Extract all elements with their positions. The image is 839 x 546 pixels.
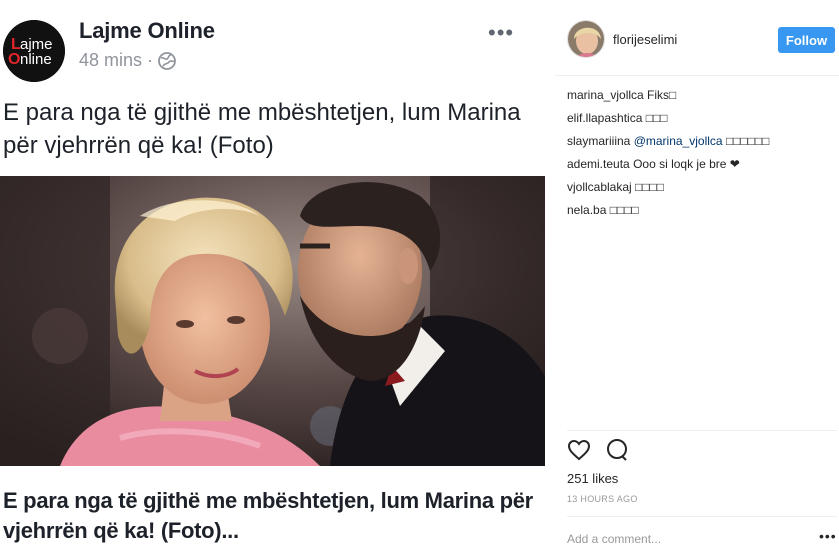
ig-user-avatar[interactable] (567, 20, 605, 58)
ig-comments-list: marina_vjollca Fiks□ elif.llapashtica □□… (567, 84, 837, 222)
page-avatar[interactable]: L ajme O nline (3, 20, 65, 82)
globe-icon[interactable] (158, 51, 176, 70)
list-item: ademi.teuta Ooo si loqk je bre ❤ (567, 153, 837, 176)
list-item: vjollcablakaj □□□□ (567, 176, 837, 199)
ig-action-bar (567, 438, 629, 462)
list-item: nela.ba □□□□ (567, 199, 837, 222)
post-photo[interactable] (0, 176, 545, 466)
comment-text: □□□□ (635, 180, 665, 194)
comment-text: Fiks□ (647, 88, 677, 102)
more-icon[interactable]: ••• (488, 22, 514, 44)
comment-options-icon[interactable]: ••• (819, 528, 837, 544)
comment-text: Ooo si loqk je bre ❤ (633, 157, 740, 171)
comment-user[interactable]: marina_vjollca (567, 88, 644, 102)
svg-text:O: O (8, 51, 20, 68)
svg-text:nline: nline (20, 51, 52, 68)
comment-user[interactable]: ademi.teuta (567, 157, 630, 171)
ig-header: florijeselimi Follow (555, 0, 839, 76)
comment-icon[interactable] (605, 438, 629, 462)
comment-text: □□□ (645, 111, 668, 125)
comment-mention[interactable]: @marina_vjollca (634, 134, 723, 148)
facebook-post: L ajme O nline Lajme Online 48 mins · ••… (0, 0, 545, 546)
post-header: L ajme O nline Lajme Online 48 mins · ••… (0, 0, 545, 90)
divider (567, 430, 837, 431)
ig-username[interactable]: florijeselimi (613, 32, 677, 47)
heart-icon[interactable] (567, 438, 591, 462)
likes-count[interactable]: 251 likes (567, 471, 618, 486)
post-time[interactable]: 13 HOURS AGO (567, 494, 638, 504)
comment-user[interactable]: elif.llapashtica (567, 111, 642, 125)
comment-user[interactable]: slaymariiina (567, 134, 630, 148)
comment-user[interactable]: nela.ba (567, 203, 606, 217)
list-item: elif.llapashtica □□□ (567, 107, 837, 130)
follow-button[interactable]: Follow (778, 27, 835, 53)
list-item: marina_vjollca Fiks□ (567, 84, 837, 107)
comment-text: □□□□ (609, 203, 639, 217)
lajme-online-logo: L ajme O nline (3, 20, 65, 82)
post-timestamp[interactable]: 48 mins (79, 50, 142, 71)
page-name[interactable]: Lajme Online (79, 18, 215, 44)
instagram-panel: florijeselimi Follow marina_vjollca Fiks… (555, 0, 839, 546)
link-title[interactable]: E para nga të gjithë me mbështetjen, lum… (3, 486, 543, 546)
meta-separator: · (147, 50, 154, 70)
couple-photo (0, 176, 545, 466)
comment-user[interactable]: vjollcablakaj (567, 180, 632, 194)
list-item: slaymariiina @marina_vjollca □□□□□□ (567, 130, 837, 153)
post-meta: 48 mins · (79, 50, 176, 71)
add-comment-input[interactable]: Add a comment... (567, 532, 661, 546)
divider (567, 516, 837, 517)
post-caption: E para nga të gjithë me mbështetjen, lum… (3, 99, 521, 159)
comment-text: □□□□□□ (725, 134, 770, 148)
